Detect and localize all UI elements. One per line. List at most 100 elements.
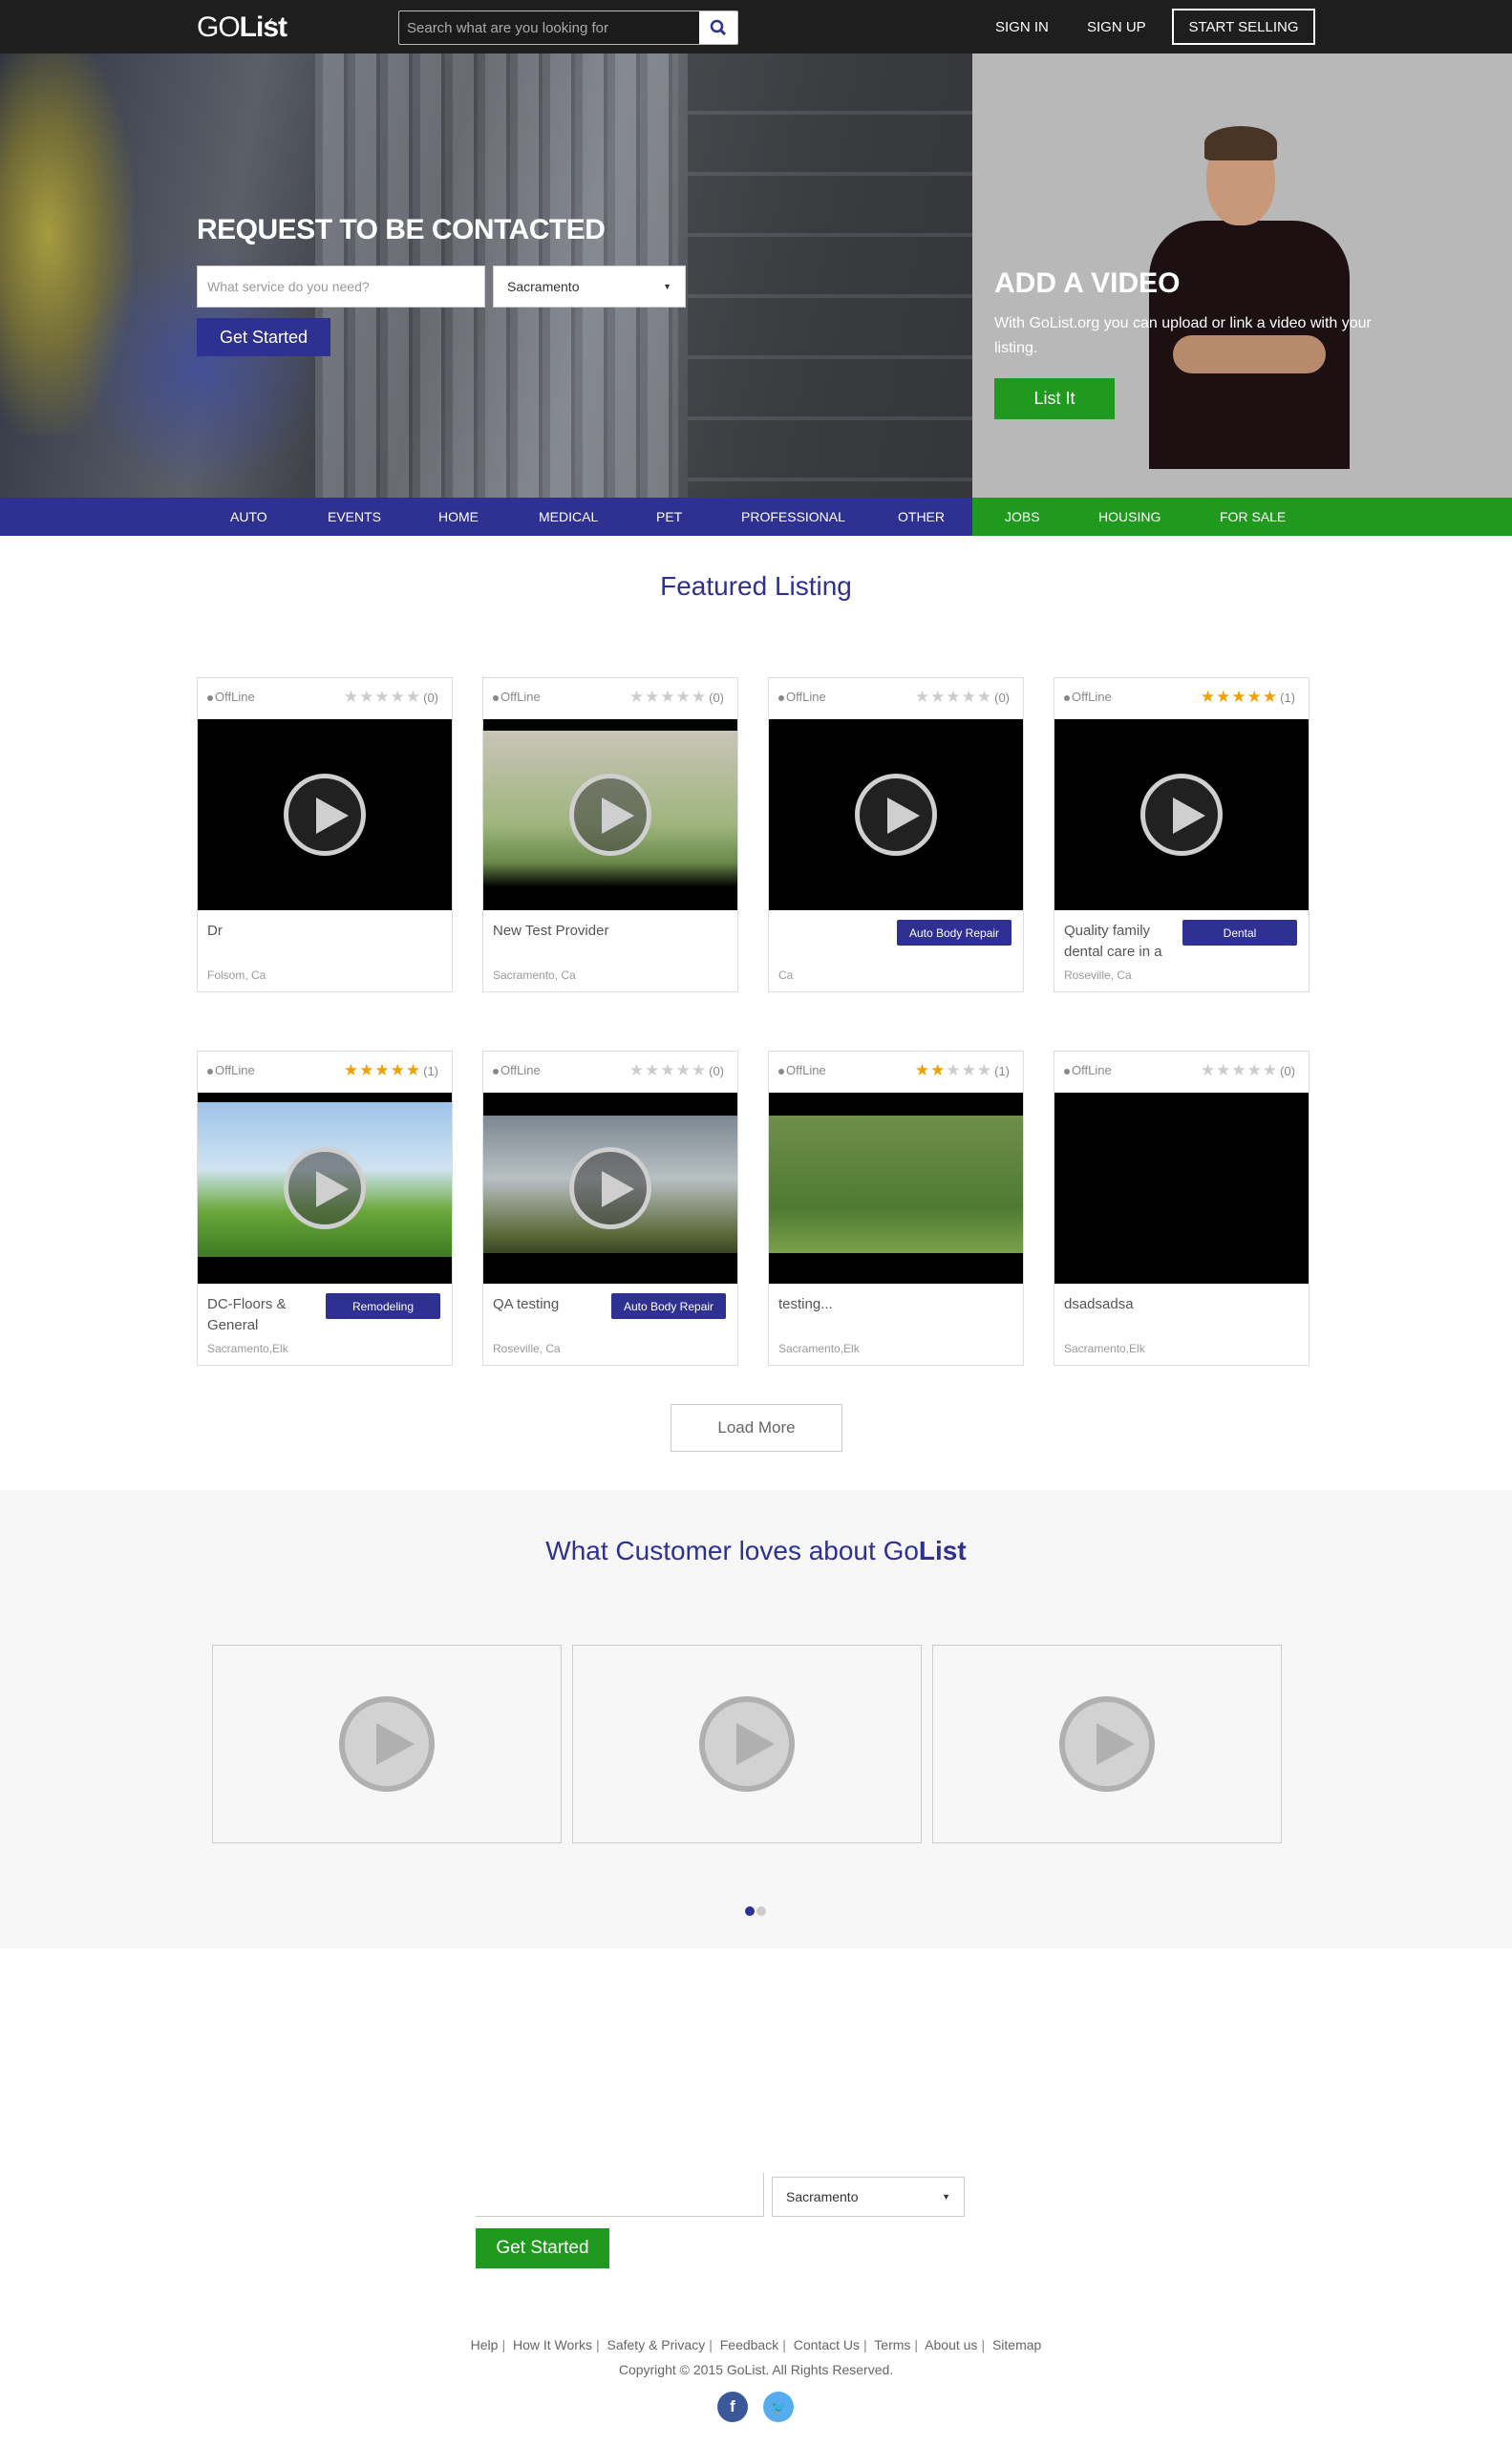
listing-video[interactable] [769, 719, 1023, 910]
footer-link-terms[interactable]: Terms [874, 2337, 910, 2352]
listing-location: Sacramento,Elk [207, 1342, 288, 1355]
listing-video[interactable] [483, 719, 737, 910]
play-icon[interactable] [855, 774, 937, 856]
footer-link-about[interactable]: About us [925, 2337, 977, 2352]
service-input[interactable] [197, 266, 485, 308]
category-auto[interactable]: AUTO [230, 509, 267, 524]
listing-card[interactable]: OffLine ★★★★★ (1) Quality family dental car… [1054, 677, 1310, 992]
search-button[interactable] [699, 11, 737, 44]
category-other[interactable]: OTHER [898, 509, 945, 524]
play-icon[interactable] [284, 1147, 366, 1229]
listing-title[interactable]: QA testing [493, 1294, 617, 1315]
status-dot-icon [778, 694, 784, 701]
rating-count: (0) [709, 1064, 724, 1078]
testimonial-video[interactable] [932, 1645, 1282, 1843]
star-rating: ★★★★★ (1) [1201, 688, 1295, 707]
footer-separator: | [595, 2337, 600, 2352]
bottom-city-select[interactable]: Sacramento ▼ [772, 2177, 965, 2217]
footer-link-how-it-works[interactable]: How It Works [513, 2337, 592, 2352]
listing-video[interactable] [1054, 719, 1309, 910]
testimonial-video[interactable] [572, 1645, 922, 1843]
category-home[interactable]: HOME [438, 509, 479, 524]
listing-card[interactable]: OffLine ★★★★★ (0) QA testing Roseville, Ca Au… [482, 1051, 738, 1366]
category-pet[interactable]: PET [656, 509, 682, 524]
star-icon: ★ [359, 1061, 375, 1079]
footer-separator: | [501, 2337, 506, 2352]
listing-title[interactable]: Dr [207, 921, 331, 942]
play-icon[interactable] [339, 1696, 435, 1792]
listing-title[interactable]: New Test Provider [493, 921, 617, 942]
testimonial-video[interactable] [212, 1645, 562, 1843]
golist-logo[interactable]: GOList ✓ [197, 11, 287, 44]
footer-link-feedback[interactable]: Feedback [720, 2337, 778, 2352]
star-icon: ★ [976, 688, 993, 706]
star-icon: ★ [628, 1061, 646, 1079]
play-icon[interactable] [1140, 774, 1223, 856]
bottom-service-input[interactable] [476, 2173, 764, 2217]
category-tag[interactable]: Auto Body Repair [611, 1293, 726, 1319]
star-icon: ★ [390, 688, 406, 706]
footer-link-contact[interactable]: Contact Us [794, 2337, 860, 2352]
star-icon: ★ [405, 688, 422, 706]
background-decoration [688, 53, 972, 498]
facebook-icon[interactable]: f [717, 2392, 748, 2422]
footer-separator: | [981, 2337, 986, 2352]
category-tag[interactable]: Dental [1182, 920, 1297, 946]
play-icon[interactable] [569, 1147, 651, 1229]
footer-link-safety[interactable]: Safety & Privacy [607, 2337, 706, 2352]
city-select[interactable]: Sacramento ▼ [493, 266, 686, 308]
play-icon[interactable] [284, 774, 366, 856]
listing-location: Folsom, Ca [207, 968, 266, 982]
footer-link-help[interactable]: Help [471, 2337, 499, 2352]
star-icon: ★ [1231, 688, 1247, 706]
listing-title[interactable]: Quality family dental care in a [1064, 921, 1188, 963]
city-select-value: Sacramento [507, 279, 580, 294]
star-icon: ★ [359, 688, 375, 706]
star-icon: ★ [405, 1061, 422, 1079]
bottom-get-started-button[interactable]: Get Started [476, 2228, 609, 2268]
listing-video[interactable] [769, 1093, 1023, 1284]
listing-card[interactable]: OffLine ★★★★★ (0) dsadsadsa Sacramento,Elk [1054, 1051, 1310, 1366]
play-icon[interactable] [569, 774, 651, 856]
category-events[interactable]: EVENTS [328, 509, 381, 524]
listing-video[interactable] [483, 1093, 737, 1284]
star-icon: ★ [946, 1061, 962, 1079]
listing-card[interactable]: OffLine ★★★★★ (1) testing... Sacramento,Elk [768, 1051, 1024, 1366]
listing-card[interactable]: OffLine ★★★★★ (1) DC-Floors & General Sacram… [197, 1051, 453, 1366]
list-it-button[interactable]: List It [994, 378, 1115, 419]
category-tag[interactable]: Remodeling [326, 1293, 440, 1319]
listing-card[interactable]: OffLine ★★★★★ (0) Dr Folsom, Ca [197, 677, 453, 992]
hero-add-video-panel: ADD A VIDEO With GoList.org you can uplo… [972, 53, 1512, 498]
category-tag[interactable]: Auto Body Repair [897, 920, 1012, 946]
twitter-icon[interactable]: 🐦 [763, 2392, 794, 2422]
search-input[interactable] [407, 11, 693, 44]
listing-card[interactable]: OffLine ★★★★★ (0) Ca Auto Body Repair [768, 677, 1024, 992]
start-selling-button[interactable]: START SELLING [1172, 9, 1315, 45]
play-icon[interactable] [1059, 1696, 1155, 1792]
category-housing[interactable]: HOUSING [1098, 509, 1161, 524]
sign-up-link[interactable]: SIGN UP [1087, 19, 1146, 35]
status-badge: OffLine [1064, 1063, 1112, 1077]
listing-card[interactable]: OffLine ★★★★★ (0) New Test Provider Sacramen… [482, 677, 738, 992]
star-icon: ★ [1231, 1061, 1247, 1079]
listing-title[interactable]: DC-Floors & General [207, 1294, 331, 1336]
carousel-dot[interactable] [745, 1906, 755, 1916]
listing-video[interactable] [198, 1093, 452, 1284]
category-medical[interactable]: MEDICAL [539, 509, 598, 524]
category-professional[interactable]: PROFESSIONAL [741, 509, 845, 524]
star-rating: ★★★★★ (0) [629, 1061, 724, 1080]
listing-video[interactable] [198, 719, 452, 910]
category-jobs[interactable]: JOBS [1005, 509, 1040, 524]
category-for-sale[interactable]: FOR SALE [1220, 509, 1286, 524]
listing-video[interactable] [1054, 1093, 1309, 1284]
load-more-button[interactable]: Load More [671, 1404, 842, 1452]
star-icon: ★ [1200, 1061, 1217, 1079]
listing-title[interactable]: dsadsadsa [1064, 1294, 1188, 1315]
sign-in-link[interactable]: SIGN IN [995, 19, 1049, 35]
carousel-dot[interactable] [756, 1906, 766, 1916]
play-icon[interactable] [699, 1696, 795, 1792]
listing-title[interactable]: testing... [778, 1294, 903, 1315]
get-started-button[interactable]: Get Started [197, 318, 330, 356]
footer-link-sitemap[interactable]: Sitemap [992, 2337, 1041, 2352]
footer-links: Help | How It Works | Safety & Privacy | Fe… [0, 2337, 1512, 2352]
